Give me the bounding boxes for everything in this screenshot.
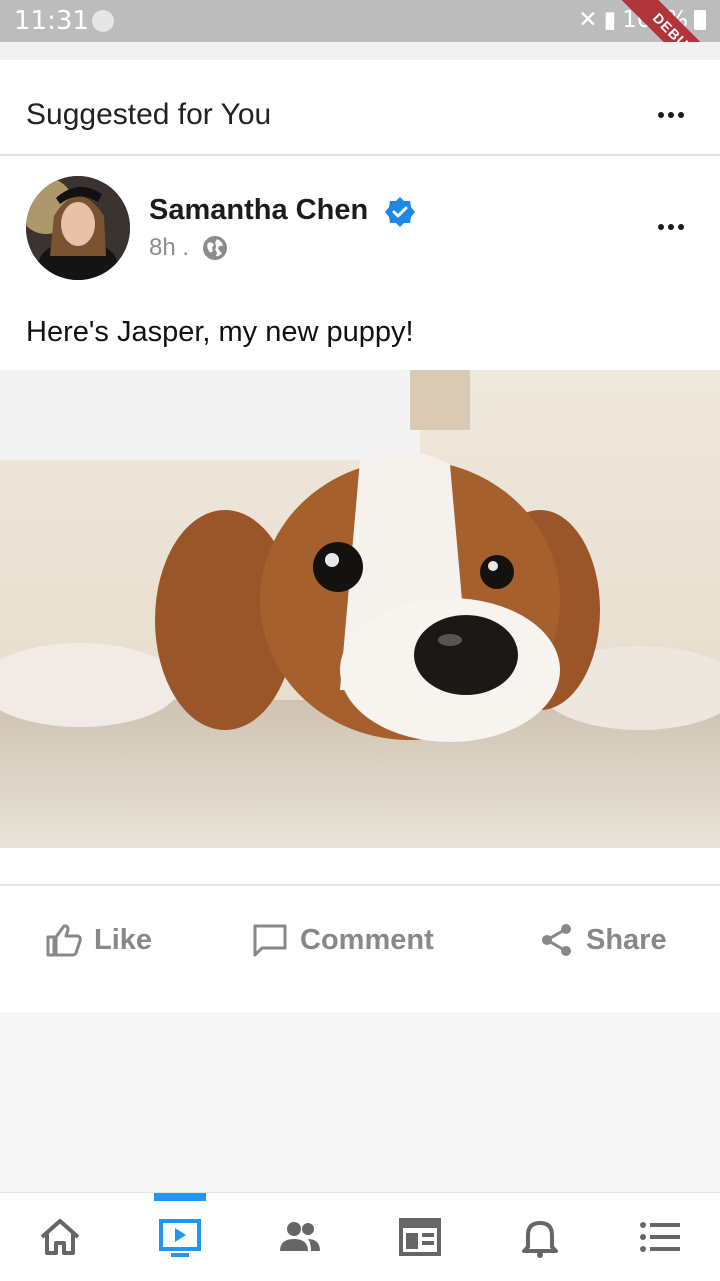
top-spacer [0, 42, 720, 60]
verified-badge-icon [385, 197, 415, 227]
nav-menu[interactable] [600, 1193, 720, 1281]
mute-icon: ✕ [578, 7, 598, 33]
share-icon [542, 924, 571, 956]
nav-marketplace[interactable] [360, 1193, 480, 1281]
menu-icon [640, 1222, 680, 1252]
comment-button[interactable]: Comment [252, 920, 434, 960]
post-photo[interactable] [0, 370, 720, 848]
battery-icon [694, 10, 706, 30]
thumbs-up-icon [46, 924, 82, 957]
author-name[interactable]: Samantha Chen [149, 194, 368, 227]
comment-icon [253, 924, 287, 957]
active-tab-indicator [154, 1193, 206, 1201]
notifications-icon [522, 1221, 558, 1258]
marketplace-icon [399, 1218, 441, 1256]
groups-icon [280, 1222, 320, 1251]
status-time: 11:31 [14, 6, 89, 36]
nav-notifications[interactable] [480, 1193, 600, 1281]
section-header: Suggested for You [0, 60, 720, 156]
comment-label: Comment [300, 923, 434, 956]
post-options-icon[interactable] [658, 224, 684, 230]
share-button[interactable]: Share [540, 920, 667, 960]
post-time: 8h . [149, 234, 190, 261]
globe-icon [203, 236, 227, 260]
section-title: Suggested for You [26, 98, 272, 131]
post-card: Samantha Chen 8h . Here's Jasper, my new… [0, 156, 720, 1012]
home-icon [40, 1219, 80, 1255]
nav-watch[interactable] [120, 1193, 240, 1281]
like-button[interactable]: Like [46, 920, 152, 960]
share-label: Share [586, 923, 667, 956]
app-notification-icon [92, 10, 114, 32]
nav-home[interactable] [0, 1193, 120, 1281]
post-divider [0, 884, 720, 886]
like-label: Like [94, 923, 153, 956]
avatar[interactable] [26, 176, 130, 280]
status-bar: 11:31 ✕ ▮ 100% DEBUG [0, 0, 720, 105]
signal-icon: ▮ [603, 7, 617, 33]
nav-groups[interactable] [240, 1193, 360, 1281]
bottom-navigation [0, 1192, 720, 1281]
video-icon [159, 1219, 201, 1257]
post-text: Here's Jasper, my new puppy! [26, 316, 414, 348]
more-options-icon[interactable] [658, 112, 684, 118]
